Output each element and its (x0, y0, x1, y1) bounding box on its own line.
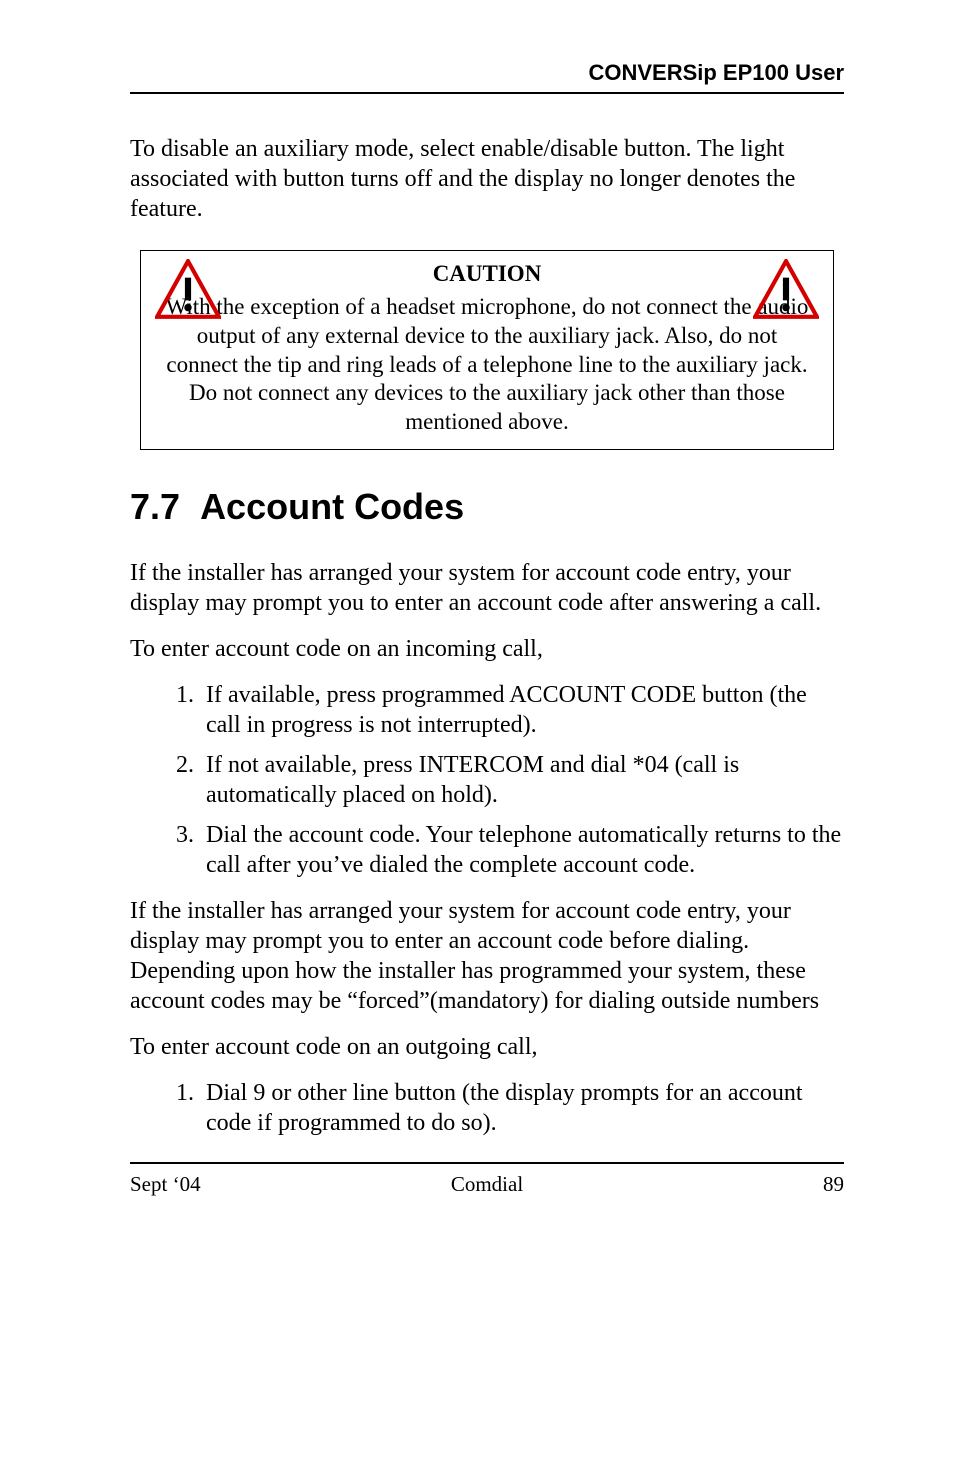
warning-triangle-icon (155, 259, 221, 319)
page-footer: Sept ‘04 Comdial 89 (130, 1162, 844, 1197)
account-codes-forced: If the installer has arranged your syste… (130, 896, 844, 1016)
footer-brand: Comdial (368, 1172, 606, 1197)
footer-date: Sept ‘04 (130, 1172, 368, 1197)
incoming-lead: To enter account code on an incoming cal… (130, 634, 844, 664)
list-item: If not available, press INTERCOM and dia… (200, 750, 844, 810)
intro-paragraph: To disable an auxiliary mode, select ena… (130, 134, 844, 224)
list-item: If available, press programmed ACCOUNT C… (200, 680, 844, 740)
section-title: Account Codes (200, 486, 464, 527)
caution-title: CAUTION (159, 261, 815, 287)
list-item: Dial 9 or other line button (the display… (200, 1078, 844, 1138)
outgoing-lead: To enter account code on an outgoing cal… (130, 1032, 844, 1062)
account-codes-intro: If the installer has arranged your syste… (130, 558, 844, 618)
incoming-steps-list: If available, press programmed ACCOUNT C… (130, 680, 844, 880)
caution-box: CAUTION With the exception of a headset … (140, 250, 834, 450)
footer-page-number: 89 (606, 1172, 844, 1197)
outgoing-steps-list: Dial 9 or other line button (the display… (130, 1078, 844, 1138)
page-header-title: CONVERSip EP100 User (130, 60, 844, 86)
caution-text: With the exception of a headset micropho… (159, 293, 815, 437)
section-number: 7.7 (130, 486, 180, 527)
section-heading: 7.7 Account Codes (130, 486, 844, 528)
warning-triangle-icon (753, 259, 819, 319)
list-item: Dial the account code. Your telephone au… (200, 820, 844, 880)
